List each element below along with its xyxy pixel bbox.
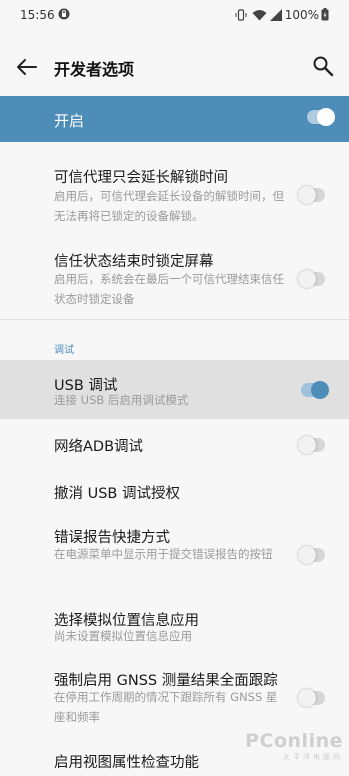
battery-percent: 100% xyxy=(284,8,319,22)
bugreport-shortcut-toggle[interactable] xyxy=(298,546,325,564)
vibrate-icon xyxy=(235,9,247,21)
vpn-icon xyxy=(58,8,70,20)
setting-trust-extend-unlock[interactable]: 可信代理只会延长解锁时间 启用后，可信代理会延长设备的解锁时间，但无法再将已锁定… xyxy=(0,160,349,232)
watermark-sub: 太平洋电脑网 xyxy=(283,753,343,761)
section-header-debug: 调试 xyxy=(54,345,74,356)
setting-title: 可信代理只会延长解锁时间 xyxy=(54,170,228,186)
setting-summary: 在电源菜单中显示用于提交错误报告的按钮 xyxy=(54,547,273,561)
setting-title: 撤消 USB 调试授权 xyxy=(54,486,180,502)
setting-title: 信任状态结束时锁定屏幕 xyxy=(54,254,214,270)
setting-title: 启用视图属性检查功能 xyxy=(54,755,199,771)
master-toggle[interactable] xyxy=(307,108,335,126)
master-switch-bar[interactable]: 开启 xyxy=(0,96,349,142)
setting-summary: 启用后，可信代理会延长设备的解锁时间，但无法再将已锁定的设备解锁。 xyxy=(54,189,284,223)
setting-summary: 连接 USB 后启用调试模式 xyxy=(54,393,189,407)
watermark: PConline 太平洋电脑网 xyxy=(245,730,343,762)
gnss-full-tracking-toggle[interactable] xyxy=(298,689,325,707)
trust-extend-toggle[interactable] xyxy=(298,186,325,204)
status-bar: 15:56 100% xyxy=(0,0,349,30)
setting-summary: 尚未设置模拟位置信息应用 xyxy=(54,629,192,643)
setting-summary: 在停用工作周期的情况下跟踪所有 GNSS 星座和频率 xyxy=(54,690,278,724)
wifi-icon xyxy=(252,10,267,21)
setting-lock-on-trust-lost[interactable]: 信任状态结束时锁定屏幕 启用后，系统会在最后一个可信代理结束信任状态时锁定设备 xyxy=(0,244,349,316)
setting-revoke-usb-auth[interactable]: 撤消 USB 调试授权 xyxy=(0,474,349,508)
setting-summary: 启用后，系统会在最后一个可信代理结束信任状态时锁定设备 xyxy=(54,272,284,306)
battery-icon xyxy=(321,8,329,21)
setting-usb-debugging[interactable]: USB 调试 连接 USB 后启用调试模式 xyxy=(0,360,349,419)
setting-mock-location-app[interactable]: 选择模拟位置信息应用 尚未设置模拟位置信息应用 xyxy=(0,603,349,649)
page-title: 开发者选项 xyxy=(54,60,135,79)
search-icon[interactable] xyxy=(311,54,335,78)
master-switch-label: 开启 xyxy=(54,112,85,130)
setting-gnss-full-tracking[interactable]: 强制启用 GNSS 测量结果全面跟踪 在停用工作周期的情况下跟踪所有 GNSS … xyxy=(0,664,349,734)
signal-icon xyxy=(270,9,282,21)
network-adb-toggle[interactable] xyxy=(298,436,325,454)
setting-network-adb[interactable]: 网络ADB调试 xyxy=(0,426,349,460)
lock-on-trust-lost-toggle[interactable] xyxy=(298,270,325,288)
setting-bugreport-shortcut[interactable]: 错误报告快捷方式 在电源菜单中显示用于提交错误报告的按钮 xyxy=(0,520,349,590)
usb-debugging-toggle[interactable] xyxy=(301,381,329,399)
watermark-brand: PConline xyxy=(245,730,343,752)
app-bar: 开发者选项 xyxy=(0,46,349,86)
divider xyxy=(0,319,349,320)
setting-title: 网络ADB调试 xyxy=(54,439,144,455)
arrow-left-icon[interactable] xyxy=(14,54,40,80)
status-time: 15:56 xyxy=(20,8,55,22)
